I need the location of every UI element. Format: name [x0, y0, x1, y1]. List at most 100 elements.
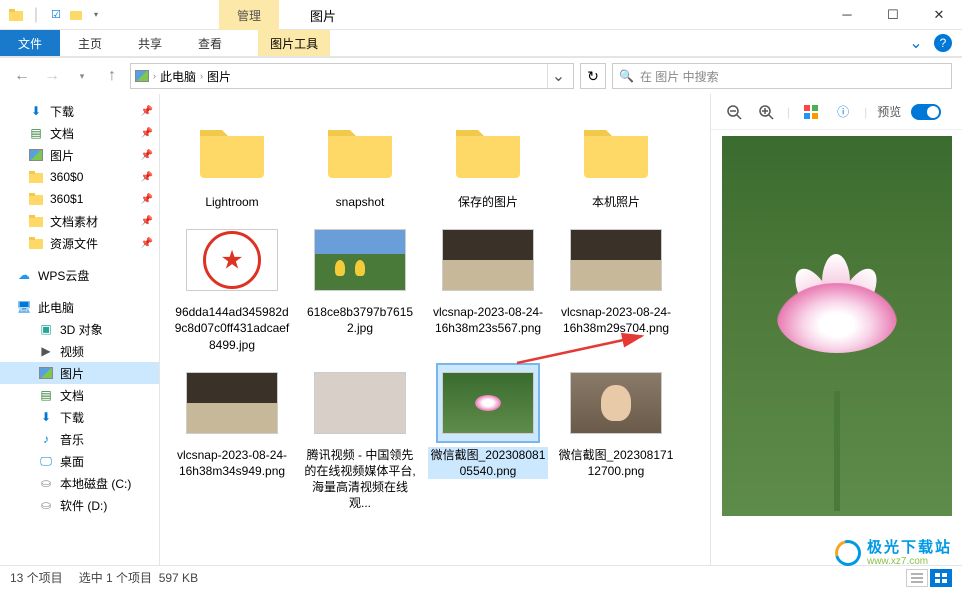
details-view-button[interactable] [906, 569, 928, 587]
address-bar[interactable]: › 此电脑 › 图片 ⌄ [130, 63, 574, 89]
maximize-button[interactable]: ☐ [870, 0, 916, 30]
sidebar-thispc[interactable]: 🖥 此电脑 [0, 296, 159, 318]
status-bar: 13 个项目 选中 1 个项目 597 KB [0, 565, 962, 589]
info-icon[interactable]: ⓘ [832, 101, 854, 123]
folder-icon [8, 7, 24, 23]
back-button[interactable]: ← [10, 64, 34, 88]
sidebar-item-label: 下载 [60, 409, 84, 426]
download-icon: ⬇ [38, 409, 54, 425]
expand-ribbon-icon[interactable]: ⌄ [906, 33, 926, 53]
file-name: snapshot [300, 194, 420, 210]
thumbnail [438, 222, 538, 298]
sidebar-item[interactable]: 图片 [0, 362, 159, 384]
cloud-icon: ☁ [16, 267, 32, 283]
search-input[interactable]: 🔍 在 图片 中搜索 [612, 63, 952, 89]
sidebar-item[interactable]: 🖵桌面 [0, 450, 159, 472]
folder-icon [28, 169, 44, 185]
navigation-pane[interactable]: ⬇下载📌▤文档📌图片📌360$0📌360$1📌文档素材📌资源文件📌 ☁ WPS云… [0, 94, 160, 565]
sidebar-wps[interactable]: ☁ WPS云盘 [0, 264, 159, 286]
breadcrumb-pc[interactable]: 此电脑 [160, 68, 196, 85]
history-dropdown[interactable]: ▾ [70, 64, 94, 88]
thumbnail [566, 365, 666, 441]
checkbox-icon[interactable]: ☑ [48, 7, 64, 23]
refresh-button[interactable]: ↻ [580, 63, 606, 89]
preview-toggle[interactable] [911, 104, 941, 120]
file-name: 本机照片 [556, 194, 676, 210]
thumbnail [438, 365, 538, 441]
file-grid[interactable]: Lightroom snapshot 保存的图片本机照片 96dda144ad3459… [160, 94, 710, 565]
file-name: vlcsnap-2023-08-24-16h38m23s567.png [428, 304, 548, 336]
sidebar-item-label: 文档 [60, 387, 84, 404]
item-count: 13 个项目 [10, 569, 63, 586]
sidebar-item[interactable]: ▤ 文档 [0, 384, 159, 406]
zoom-in-icon[interactable] [755, 101, 777, 123]
sidebar-item[interactable]: ⛀本地磁盘 (C:) [0, 472, 159, 494]
view-tab[interactable]: 查看 [180, 30, 240, 56]
zoom-out-icon[interactable] [723, 101, 745, 123]
pic-icon [28, 147, 44, 163]
up-button[interactable]: ↑ [100, 64, 124, 88]
folder-item[interactable]: 本机照片 [556, 112, 676, 210]
file-item[interactable]: vlcsnap-2023-08-24-16h38m23s567.png [428, 222, 548, 353]
folder-item[interactable]: 保存的图片 [428, 112, 548, 210]
folder-item[interactable]: Lightroom [172, 112, 292, 210]
file-item[interactable]: 微信截图_20230817112700.png [556, 365, 676, 512]
sidebar-item[interactable]: ▣3D 对象 [0, 318, 159, 340]
qat-dropdown-icon[interactable]: ▾ [88, 7, 104, 23]
chevron-right-icon[interactable]: › [200, 71, 203, 81]
pc-icon: 🖥 [16, 299, 32, 315]
sidebar-item[interactable]: 文档素材📌 [0, 210, 159, 232]
file-item[interactable]: 微信截图_20230808105540.png [428, 365, 548, 512]
close-button[interactable]: ✕ [916, 0, 962, 30]
sidebar-item[interactable]: ⛀软件 (D:) [0, 494, 159, 516]
folder-icon [28, 213, 44, 229]
thumbnail [182, 222, 282, 298]
file-item[interactable]: vlcsnap-2023-08-24-16h38m34s949.png [172, 365, 292, 512]
thumbnail [566, 112, 666, 188]
forward-button[interactable]: → [40, 64, 64, 88]
sidebar-item-label: 视频 [60, 343, 84, 360]
folder-icon [28, 235, 44, 251]
file-item[interactable]: 腾讯视频 - 中国领先的在线视频媒体平台,海量高清视频在线观... [300, 365, 420, 512]
sidebar-item[interactable]: ▤文档📌 [0, 122, 159, 144]
breadcrumb-current[interactable]: 图片 [207, 68, 231, 85]
file-tab[interactable]: 文件 [0, 30, 60, 56]
sidebar-item-label: 软件 (D:) [60, 497, 107, 514]
thumbnail [310, 365, 410, 441]
address-dropdown-icon[interactable]: ⌄ [547, 64, 569, 88]
doc-icon: ▤ [38, 387, 54, 403]
apps-icon[interactable] [800, 101, 822, 123]
sidebar-item[interactable]: ⬇ 下载 [0, 406, 159, 428]
sidebar-item[interactable]: 图片📌 [0, 144, 159, 166]
pin-icon: 📌 [141, 194, 153, 205]
qat-sep: | [28, 7, 44, 23]
help-icon[interactable]: ? [934, 34, 952, 52]
file-item[interactable]: vlcsnap-2023-08-24-16h38m29s704.png [556, 222, 676, 353]
thumbnail [310, 112, 410, 188]
window-title: 图片 [310, 6, 336, 25]
file-name: 保存的图片 [428, 194, 548, 210]
icons-view-button[interactable] [930, 569, 952, 587]
pin-icon: 📌 [141, 238, 153, 249]
file-item[interactable]: 618ce8b3797b76152.jpg [300, 222, 420, 353]
watermark: 极光下载站 www.xz7.com [835, 540, 952, 568]
home-tab[interactable]: 主页 [60, 30, 120, 56]
sidebar-item[interactable]: ♪音乐 [0, 428, 159, 450]
chevron-right-icon[interactable]: › [153, 71, 156, 81]
sidebar-item[interactable]: 360$0📌 [0, 166, 159, 188]
picture-tools-tab[interactable]: 图片工具 [258, 30, 330, 56]
file-item[interactable]: 96dda144ad345982d9c8d07c0ff431adcaef8499… [172, 222, 292, 353]
address-row: ← → ▾ ↑ › 此电脑 › 图片 ⌄ ↻ 🔍 在 图片 中搜索 [0, 58, 962, 94]
folder-item[interactable]: snapshot [300, 112, 420, 210]
sidebar-item[interactable]: ▶视频 [0, 340, 159, 362]
folder-small-icon[interactable] [68, 7, 84, 23]
share-tab[interactable]: 共享 [120, 30, 180, 56]
minimize-button[interactable]: ─ [824, 0, 870, 30]
thumbnail [310, 222, 410, 298]
sidebar-item-label: 360$1 [50, 192, 83, 206]
sidebar-item[interactable]: ⬇下载📌 [0, 100, 159, 122]
file-name: vlcsnap-2023-08-24-16h38m34s949.png [172, 447, 292, 479]
preview-pane: | ⓘ | 预览 [710, 94, 962, 565]
sidebar-item[interactable]: 360$1 📌 [0, 188, 159, 210]
sidebar-item[interactable]: 资源文件📌 [0, 232, 159, 254]
